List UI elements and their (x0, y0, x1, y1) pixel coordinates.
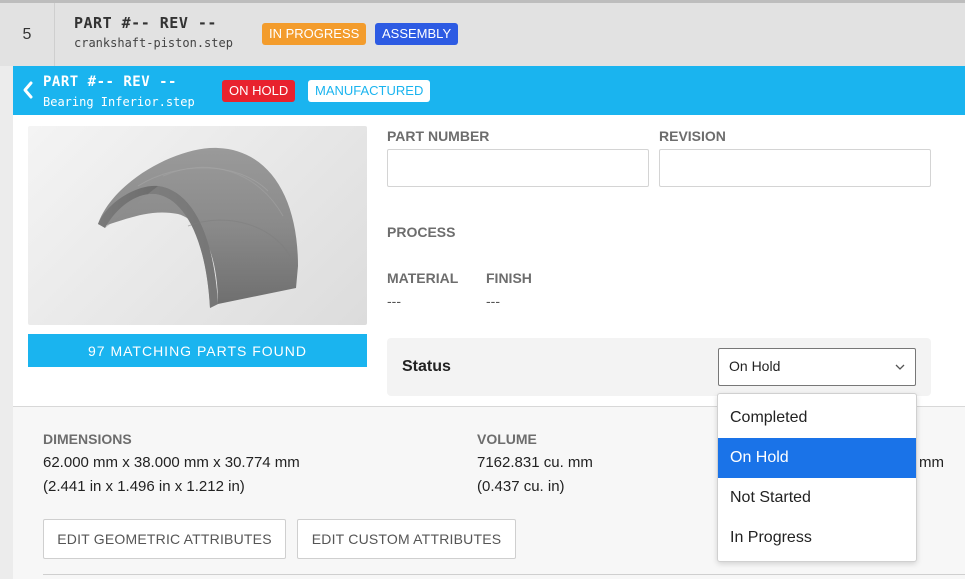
status-badge-in-progress: IN PROGRESS (262, 23, 367, 45)
part-number-label: PART NUMBER (387, 128, 490, 144)
revision-input[interactable] (659, 149, 931, 187)
status-section: Status On Hold (387, 338, 931, 396)
dimensions-label: DIMENSIONS (43, 431, 132, 447)
status-option-in-progress[interactable]: In Progress (718, 518, 916, 558)
part-title: PART #-- REV -- (43, 74, 177, 90)
finish-label: FINISH (486, 270, 532, 286)
part-header: PART #-- REV -- Bearing Inferior.step ON… (13, 66, 965, 115)
part-file-name: Bearing Inferior.step (43, 95, 195, 109)
type-badge-manufactured: MANUFACTURED (308, 80, 431, 102)
volume-mm-value: 7162.831 cu. mm (477, 454, 593, 471)
parent-file-name: crankshaft-piston.step (74, 36, 233, 50)
bottom-divider (43, 574, 965, 575)
chevron-left-icon[interactable] (20, 80, 36, 100)
parent-part-title: PART #-- REV -- (74, 14, 217, 32)
status-dropdown-menu: Completed On Hold Not Started In Progres… (717, 393, 917, 562)
bearing-model-image (98, 147, 298, 308)
parent-assembly-row[interactable]: 5 PART #-- REV -- crankshaft-piston.step… (0, 0, 965, 66)
status-option-completed[interactable]: Completed (718, 398, 916, 438)
material-label: MATERIAL (387, 270, 459, 286)
matching-parts-link[interactable]: 97 MATCHING PARTS FOUND (28, 334, 367, 367)
type-badge-assembly: ASSEMBLY (375, 23, 459, 45)
status-select[interactable]: On Hold (718, 348, 916, 386)
status-option-on-hold[interactable]: On Hold (718, 438, 916, 478)
material-value: --- (387, 293, 401, 309)
revision-label: REVISION (659, 128, 726, 144)
dimensions-in-value: (2.441 in x 1.496 in x 1.212 in) (43, 478, 245, 495)
edit-custom-attributes-button[interactable]: EDIT CUSTOM ATTRIBUTES (297, 519, 516, 559)
row-index: 5 (0, 3, 55, 66)
status-badge-on-hold: ON HOLD (222, 80, 296, 102)
status-option-not-started[interactable]: Not Started (718, 478, 916, 518)
status-selected-value: On Hold (729, 358, 781, 374)
dimensions-mm-value: 62.000 mm x 38.000 mm x 30.774 mm (43, 454, 300, 471)
volume-in-value: (0.437 cu. in) (477, 478, 565, 495)
surface-area-value-clipped: mm (919, 454, 944, 471)
chevron-down-icon (895, 364, 905, 370)
status-label: Status (402, 358, 451, 375)
finish-value: --- (486, 293, 500, 309)
edit-geometric-attributes-button[interactable]: EDIT GEOMETRIC ATTRIBUTES (43, 519, 286, 559)
process-label: PROCESS (387, 224, 456, 240)
volume-label: VOLUME (477, 431, 537, 447)
part-3d-preview[interactable] (28, 126, 367, 325)
part-number-input[interactable] (387, 149, 649, 187)
